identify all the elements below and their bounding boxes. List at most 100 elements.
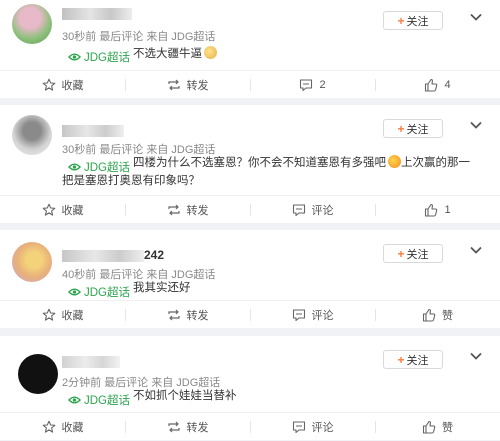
username-blurred[interactable]: [62, 250, 144, 262]
super-topic-label: JDG超话: [84, 52, 130, 64]
follow-button[interactable]: + 关注: [383, 119, 443, 138]
post-card: 242 40秒前 最后评论 来自 JDG超话 + 关注 JDG超话 我其实还好 收…: [0, 230, 500, 328]
comment-button[interactable]: 评论: [250, 413, 375, 441]
thumbs-up-icon: [424, 203, 438, 217]
post-text: 不选大疆牛逼: [133, 45, 217, 64]
chevron-down-icon[interactable]: [470, 13, 482, 21]
like-button[interactable]: 赞: [375, 413, 500, 441]
comment-button[interactable]: 2: [250, 71, 375, 99]
star-icon: [42, 308, 56, 322]
post-source[interactable]: 来自 JDG超话: [146, 31, 215, 43]
username-blurred[interactable]: [62, 125, 124, 137]
favorite-button[interactable]: 收藏: [0, 196, 125, 224]
action-bar: 收藏 转发 2 4: [0, 70, 500, 99]
repost-label: 转发: [186, 80, 209, 92]
super-topic-icon: [68, 52, 81, 62]
repost-button[interactable]: 转发: [125, 196, 250, 224]
comment-button[interactable]: 评论: [250, 196, 375, 224]
comment-icon: [299, 78, 313, 92]
comment-icon: [292, 308, 306, 322]
star-icon: [42, 203, 56, 217]
favorite-label: 收藏: [61, 310, 84, 322]
plus-icon: +: [397, 13, 405, 28]
repost-icon: [167, 203, 181, 217]
favorite-button[interactable]: 收藏: [0, 413, 125, 441]
super-topic-icon: [68, 395, 81, 405]
like-count: 1: [444, 204, 451, 216]
favorite-label: 收藏: [61, 422, 84, 434]
plus-icon: +: [397, 121, 405, 136]
repost-button[interactable]: 转发: [125, 413, 250, 441]
repost-label: 转发: [186, 205, 209, 217]
post-time: 2分钟前: [62, 377, 102, 389]
chevron-down-icon[interactable]: [470, 246, 482, 254]
repost-label: 转发: [186, 422, 209, 434]
post-text-content: 不如抓个娃娃当替补: [133, 390, 237, 402]
like-label: 赞: [442, 422, 453, 434]
avatar[interactable]: [12, 115, 52, 155]
action-bar: 收藏 转发 评论 1: [0, 195, 500, 224]
favorite-label: 收藏: [61, 80, 84, 92]
repost-icon: [167, 78, 181, 92]
comment-count: 2: [319, 79, 326, 91]
comment-label: 评论: [311, 422, 334, 434]
username-tail[interactable]: 242: [144, 248, 164, 262]
username-blurred[interactable]: [62, 8, 132, 20]
like-button[interactable]: 4: [375, 71, 500, 99]
post-text-content: 四楼为什么不选塞恩？你不会不知道塞恩有多强吧: [133, 157, 386, 169]
post-text-content-cont: 上次赢的那一: [401, 157, 470, 169]
super-topic-icon: [68, 287, 81, 297]
action-bar: 收藏 转发 评论 赞: [0, 412, 500, 441]
post-card: 30秒前 最后评论 来自 JDG超话 + 关注 JDG超话 四楼为什么不选塞恩？你…: [0, 105, 500, 223]
post-text-content: 我其实还好: [133, 282, 191, 294]
post-text-line2: 把是塞恩打奥恩有印象吗？: [62, 172, 200, 191]
last-comment-label: 最后评论: [99, 31, 144, 43]
post-card: 30秒前 最后评论 来自 JDG超话 + 关注 JDG超话 不选大疆牛逼 收藏 转…: [0, 0, 500, 98]
favorite-button[interactable]: 收藏: [0, 301, 125, 329]
star-icon: [42, 420, 56, 434]
follow-button[interactable]: + 关注: [383, 11, 443, 30]
thumbs-up-icon: [424, 78, 438, 92]
thumbs-up-icon: [422, 308, 436, 322]
avatar[interactable]: [18, 354, 58, 394]
plus-icon: +: [397, 352, 405, 367]
follow-label: 关注: [406, 123, 429, 136]
post-time: 30秒前: [62, 31, 97, 43]
post-text-content: 不选大疆牛逼: [133, 48, 202, 60]
super-topic-tag[interactable]: JDG超话: [68, 49, 130, 65]
super-topic-tag[interactable]: JDG超话: [68, 392, 130, 408]
like-button[interactable]: 赞: [375, 301, 500, 329]
plus-icon: +: [397, 246, 405, 261]
follow-label: 关注: [406, 248, 429, 261]
repost-icon: [167, 420, 181, 434]
post-meta: 30秒前 最后评论 来自 JDG超话: [62, 28, 215, 44]
like-label: 赞: [442, 310, 453, 322]
avatar[interactable]: [12, 242, 52, 282]
post-time: 40秒前: [62, 269, 97, 281]
repost-button[interactable]: 转发: [125, 301, 250, 329]
doge-emoji-icon: [204, 46, 217, 59]
comment-icon: [292, 420, 306, 434]
comment-label: 评论: [311, 205, 334, 217]
super-topic-tag[interactable]: JDG超话: [68, 284, 130, 300]
like-button[interactable]: 1: [375, 196, 500, 224]
post-text: 不如抓个娃娃当替补: [133, 387, 237, 406]
follow-label: 关注: [406, 354, 429, 367]
thumbs-up-icon: [422, 420, 436, 434]
like-count: 4: [444, 79, 451, 91]
chevron-down-icon[interactable]: [470, 121, 482, 129]
follow-button[interactable]: + 关注: [383, 350, 443, 369]
username-blurred[interactable]: [62, 356, 120, 368]
follow-button[interactable]: + 关注: [383, 244, 443, 263]
chevron-down-icon[interactable]: [470, 352, 482, 360]
repost-button[interactable]: 转发: [125, 71, 250, 99]
post-time: 30秒前: [62, 144, 97, 156]
favorite-button[interactable]: 收藏: [0, 71, 125, 99]
laughing-emoji-icon: [388, 155, 401, 168]
super-topic-label: JDG超话: [84, 395, 130, 407]
post-text-content-line2: 把是塞恩打奥恩有印象吗？: [62, 175, 200, 187]
comment-button[interactable]: 评论: [250, 301, 375, 329]
post-card: 2分钟前 最后评论 来自 JDG超话 + 关注 JDG超话 不如抓个娃娃当替补 收…: [0, 336, 500, 440]
action-bar: 收藏 转发 评论 赞: [0, 300, 500, 329]
avatar[interactable]: [12, 4, 52, 44]
